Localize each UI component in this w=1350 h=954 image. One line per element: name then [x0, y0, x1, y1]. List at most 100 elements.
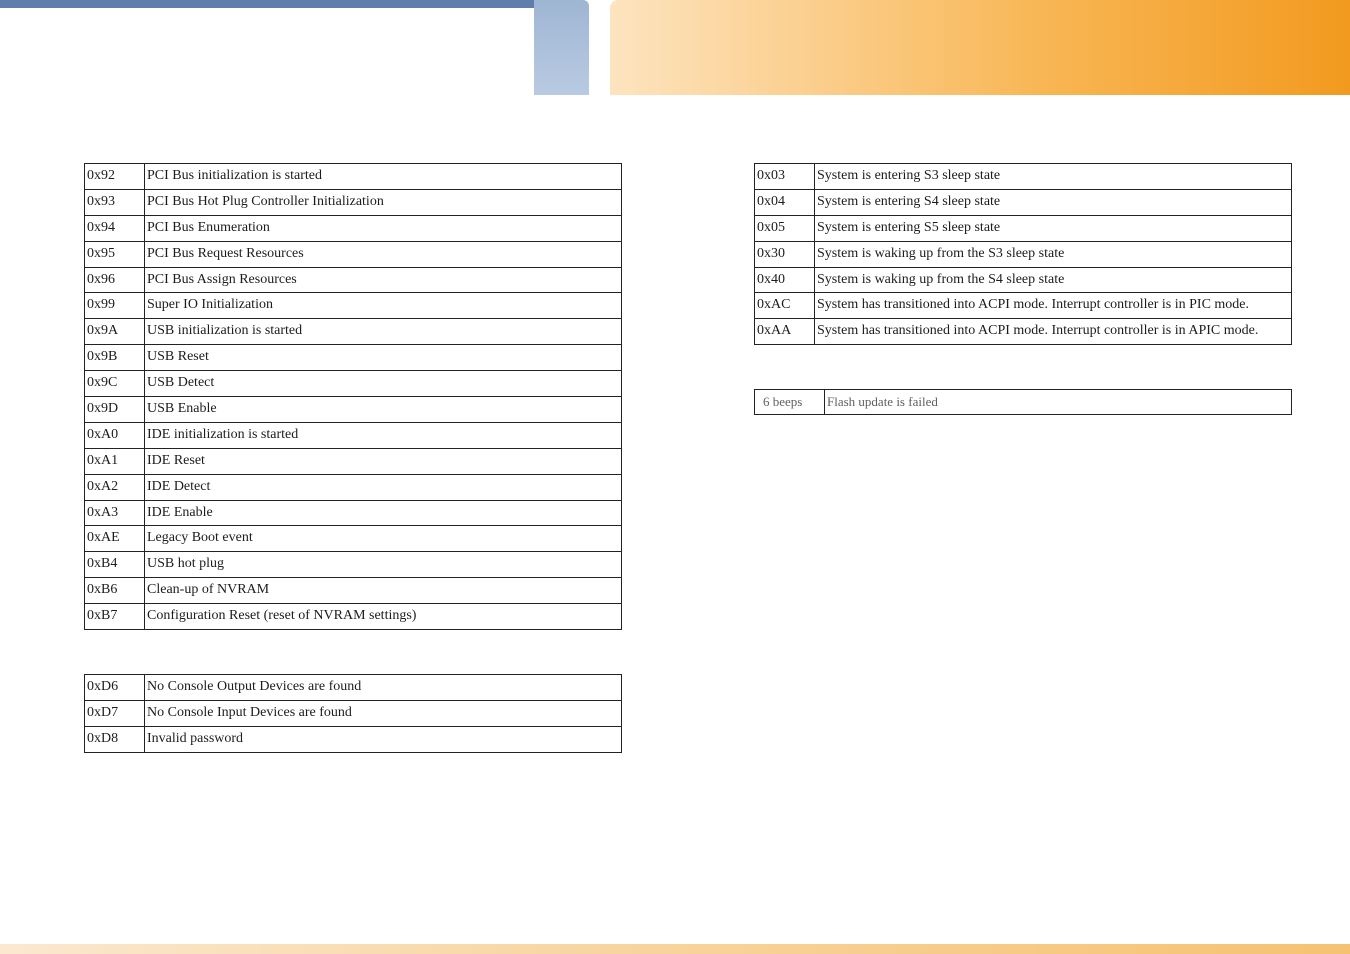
- desc-cell: System is waking up from the S4 sleep st…: [815, 267, 1292, 293]
- table-row: 0xACSystem has transitioned into ACPI mo…: [755, 293, 1292, 319]
- table-row: 0x93PCI Bus Hot Plug Controller Initiali…: [85, 189, 622, 215]
- table-row: 0x40System is waking up from the S4 slee…: [755, 267, 1292, 293]
- code-cell: 0x30: [755, 241, 815, 267]
- desc-cell: PCI Bus Request Resources: [145, 241, 622, 267]
- table-row: 0xA0IDE initialization is started: [85, 422, 622, 448]
- desc-cell: Configuration Reset (reset of NVRAM sett…: [145, 604, 622, 630]
- table-row: 0xD6No Console Output Devices are found: [85, 675, 622, 701]
- page-header: [0, 0, 1350, 95]
- code-cell: 0x9D: [85, 397, 145, 423]
- table-row: 0xB4USB hot plug: [85, 552, 622, 578]
- table-row: 6 beepsFlash update is failed: [755, 390, 1292, 415]
- code-cell: 0x03: [755, 164, 815, 190]
- code-cell: 0xA1: [85, 448, 145, 474]
- desc-cell: Invalid password: [145, 726, 622, 752]
- code-cell: 0xD6: [85, 675, 145, 701]
- desc-cell: Super IO Initialization: [145, 293, 622, 319]
- code-cell: 0x9A: [85, 319, 145, 345]
- desc-cell: IDE initialization is started: [145, 422, 622, 448]
- desc-cell: PCI Bus initialization is started: [145, 164, 622, 190]
- table-row: 0xB7Configuration Reset (reset of NVRAM …: [85, 604, 622, 630]
- table-row: 0xAELegacy Boot event: [85, 526, 622, 552]
- desc-cell: No Console Input Devices are found: [145, 700, 622, 726]
- table-row: 0xA1IDE Reset: [85, 448, 622, 474]
- desc-cell: USB hot plug: [145, 552, 622, 578]
- desc-cell: No Console Output Devices are found: [145, 675, 622, 701]
- table-row: 0x95PCI Bus Request Resources: [85, 241, 622, 267]
- code-cell: 0xA3: [85, 500, 145, 526]
- desc-cell: PCI Bus Hot Plug Controller Initializati…: [145, 189, 622, 215]
- table-row: 0x30System is waking up from the S3 slee…: [755, 241, 1292, 267]
- header-orange-panel: [610, 0, 1350, 95]
- code-cell: 0xA2: [85, 474, 145, 500]
- desc-cell: USB Enable: [145, 397, 622, 423]
- table-row: 0x04System is entering S4 sleep state: [755, 189, 1292, 215]
- code-cell: 0x95: [85, 241, 145, 267]
- page-footer: [0, 924, 1350, 954]
- desc-cell: IDE Reset: [145, 448, 622, 474]
- table-row: 0x9CUSB Detect: [85, 371, 622, 397]
- table-row: 0xB6Clean-up of NVRAM: [85, 578, 622, 604]
- left-column: 0x92PCI Bus initialization is started0x9…: [0, 95, 682, 924]
- code-cell: 6 beeps: [755, 390, 825, 415]
- desc-cell: System has transitioned into ACPI mode. …: [815, 293, 1292, 319]
- code-cell: 0xD7: [85, 700, 145, 726]
- table-row: 0x99Super IO Initialization: [85, 293, 622, 319]
- code-cell: 0xAA: [755, 319, 815, 345]
- header-blue-bar: [0, 0, 534, 8]
- code-cell: 0xB7: [85, 604, 145, 630]
- desc-cell: System is waking up from the S3 sleep st…: [815, 241, 1292, 267]
- code-cell: 0x94: [85, 215, 145, 241]
- page-content: 0x92PCI Bus initialization is started0x9…: [0, 95, 1350, 924]
- desc-cell: System is entering S4 sleep state: [815, 189, 1292, 215]
- code-cell: 0xAE: [85, 526, 145, 552]
- code-cell: 0x9C: [85, 371, 145, 397]
- table-beep: 6 beepsFlash update is failed: [754, 389, 1292, 415]
- desc-cell: Clean-up of NVRAM: [145, 578, 622, 604]
- desc-cell: Legacy Boot event: [145, 526, 622, 552]
- table-row: 0x9DUSB Enable: [85, 397, 622, 423]
- desc-cell: System is entering S3 sleep state: [815, 164, 1292, 190]
- code-cell: 0x05: [755, 215, 815, 241]
- table-row: 0xAASystem has transitioned into ACPI mo…: [755, 319, 1292, 345]
- code-cell: 0x99: [85, 293, 145, 319]
- desc-cell: PCI Bus Enumeration: [145, 215, 622, 241]
- table-row: 0xA3IDE Enable: [85, 500, 622, 526]
- table-row: 0x94PCI Bus Enumeration: [85, 215, 622, 241]
- table-row: 0xD7No Console Input Devices are found: [85, 700, 622, 726]
- table-row: 0x03System is entering S3 sleep state: [755, 164, 1292, 190]
- desc-cell: PCI Bus Assign Resources: [145, 267, 622, 293]
- table-row: 0x96PCI Bus Assign Resources: [85, 267, 622, 293]
- code-cell: 0x93: [85, 189, 145, 215]
- table-left-top: 0x92PCI Bus initialization is started0x9…: [84, 163, 622, 630]
- desc-cell: IDE Enable: [145, 500, 622, 526]
- table-left-bottom: 0xD6No Console Output Devices are found0…: [84, 674, 622, 753]
- table-row: 0xD8Invalid password: [85, 726, 622, 752]
- code-cell: 0xD8: [85, 726, 145, 752]
- code-cell: 0xB6: [85, 578, 145, 604]
- code-cell: 0x96: [85, 267, 145, 293]
- desc-cell: USB Detect: [145, 371, 622, 397]
- table-row: 0xA2IDE Detect: [85, 474, 622, 500]
- table-row: 0x9BUSB Reset: [85, 345, 622, 371]
- desc-cell: USB Reset: [145, 345, 622, 371]
- code-cell: 0xB4: [85, 552, 145, 578]
- desc-cell: System has transitioned into ACPI mode. …: [815, 319, 1292, 345]
- table-row: 0x05System is entering S5 sleep state: [755, 215, 1292, 241]
- footer-orange-bar: [0, 944, 1350, 954]
- header-blue-tab: [534, 0, 589, 95]
- desc-cell: Flash update is failed: [825, 390, 1292, 415]
- code-cell: 0x40: [755, 267, 815, 293]
- desc-cell: IDE Detect: [145, 474, 622, 500]
- table-row: 0x92PCI Bus initialization is started: [85, 164, 622, 190]
- code-cell: 0x9B: [85, 345, 145, 371]
- desc-cell: USB initialization is started: [145, 319, 622, 345]
- table-row: 0x9AUSB initialization is started: [85, 319, 622, 345]
- code-cell: 0x04: [755, 189, 815, 215]
- table-right-top: 0x03System is entering S3 sleep state0x0…: [754, 163, 1292, 345]
- right-column: 0x03System is entering S3 sleep state0x0…: [682, 95, 1350, 924]
- code-cell: 0xAC: [755, 293, 815, 319]
- code-cell: 0x92: [85, 164, 145, 190]
- desc-cell: System is entering S5 sleep state: [815, 215, 1292, 241]
- code-cell: 0xA0: [85, 422, 145, 448]
